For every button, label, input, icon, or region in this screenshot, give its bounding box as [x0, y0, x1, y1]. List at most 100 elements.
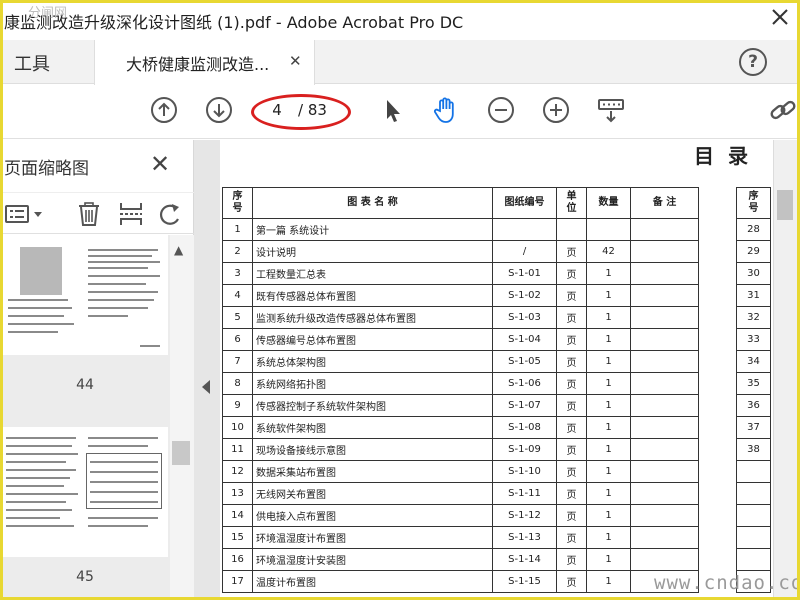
row-name: 设计说明 — [252, 240, 493, 263]
table-row: 32 — [736, 306, 771, 329]
table-row: 28 — [736, 218, 771, 241]
row-name: 系统软件架构图 — [252, 416, 493, 439]
row-remarks — [630, 526, 699, 549]
table-row: 34 — [736, 350, 771, 373]
row-name: 第一篇 系统设计 — [252, 218, 493, 241]
row-quantity: 1 — [586, 284, 631, 307]
document-scrollbar[interactable] — [773, 140, 797, 600]
table-row — [736, 482, 771, 505]
keyboard-input-icon[interactable] — [596, 95, 626, 125]
contents-table-continued: 序号 28 29 30 31 32 33 34 35 36 37 38 — [736, 187, 771, 593]
thumbnail-page-45[interactable] — [0, 427, 168, 557]
tab-close-icon[interactable]: ✕ — [289, 52, 302, 70]
toolbar: 4 / 83 — [0, 85, 800, 139]
collapse-arrow-icon[interactable] — [202, 380, 210, 394]
sidebar-toolbar — [0, 192, 194, 234]
thumbnail-page-number: 44 — [76, 377, 94, 393]
table-row: 5 监测系统升级改造传感器总体布置图 S-1-03 页 1 — [222, 306, 699, 329]
window-close-icon[interactable] — [768, 4, 792, 30]
zoom-out-icon[interactable] — [486, 95, 516, 125]
tab-document[interactable]: 大桥健康监测改造... ✕ — [94, 40, 315, 85]
row-drawing-no: S-1-05 — [492, 350, 557, 373]
row-index: 13 — [222, 482, 253, 505]
row-quantity: 1 — [586, 460, 631, 483]
row-unit — [556, 218, 587, 241]
row-name: 供电接入点布置图 — [252, 504, 493, 527]
rotate-page-icon[interactable] — [158, 201, 184, 227]
row-name: 环境温湿度计布置图 — [252, 526, 493, 549]
row-name: 监测系统升级改造传感器总体布置图 — [252, 306, 493, 329]
row-quantity: 1 — [586, 570, 631, 593]
row-quantity: 1 — [586, 482, 631, 505]
row-index: 30 — [736, 262, 771, 285]
sidebar-title: 页面缩略图 — [4, 159, 89, 179]
row-quantity — [586, 218, 631, 241]
row-index: 33 — [736, 328, 771, 351]
row-index: 38 — [736, 438, 771, 461]
row-quantity: 1 — [586, 526, 631, 549]
row-name: 传感器控制子系统软件架构图 — [252, 394, 493, 417]
row-unit: 页 — [556, 262, 587, 285]
row-quantity: 1 — [586, 416, 631, 439]
hand-tool-icon[interactable] — [431, 95, 461, 125]
row-remarks — [630, 416, 699, 439]
table-row — [736, 526, 771, 549]
row-name: 无线网关布置图 — [252, 482, 493, 505]
delete-page-icon[interactable] — [76, 201, 102, 227]
title-bar: 康监测改造升级深化设计图纸 (1).pdf - Adobe Acrobat Pr… — [0, 0, 800, 40]
row-index: 5 — [222, 306, 253, 329]
row-drawing-no: S-1-11 — [492, 482, 557, 505]
tab-bar: 工具 大桥健康监测改造... ✕ ? — [0, 40, 800, 85]
row-index: 12 — [222, 460, 253, 483]
next-page-icon[interactable] — [204, 95, 234, 125]
row-index: 6 — [222, 328, 253, 351]
table-row: 7 系统总体架构图 S-1-05 页 1 — [222, 350, 699, 373]
row-index: 10 — [222, 416, 253, 439]
row-name: 系统总体架构图 — [252, 350, 493, 373]
row-unit: 页 — [556, 438, 587, 461]
tab-tools[interactable]: 工具 — [0, 40, 94, 84]
table-row: 36 — [736, 394, 771, 417]
sidebar-scroll-thumb[interactable] — [172, 441, 190, 465]
row-remarks — [630, 284, 699, 307]
zoom-in-icon[interactable] — [541, 95, 571, 125]
row-drawing-no: S-1-07 — [492, 394, 557, 417]
row-quantity: 1 — [586, 328, 631, 351]
sidebar-scrollbar[interactable]: ▲ — [170, 235, 194, 600]
table-row: 38 — [736, 438, 771, 461]
table-row: 31 — [736, 284, 771, 307]
row-unit: 页 — [556, 548, 587, 571]
thumbnail-page-44[interactable] — [0, 235, 168, 355]
table-row: 6 传感器编号总体布置图 S-1-04 页 1 — [222, 328, 699, 351]
row-index: 3 — [222, 262, 253, 285]
row-index: 1 — [222, 218, 253, 241]
header-index-right: 序号 — [736, 187, 771, 219]
top-watermark: 分闸网 — [28, 6, 68, 21]
previous-page-icon[interactable] — [149, 95, 179, 125]
scroll-up-icon[interactable]: ▲ — [174, 243, 183, 257]
select-cursor-icon[interactable] — [378, 95, 408, 125]
row-index — [736, 526, 771, 549]
row-index — [736, 504, 771, 527]
table-row: 17 温度计布置图 S-1-15 页 1 — [222, 570, 699, 593]
sidebar-collapse-strip[interactable] — [194, 140, 220, 600]
table-row — [736, 504, 771, 527]
header-name: 图 表 名 称 — [252, 187, 493, 219]
extract-page-icon[interactable] — [118, 201, 144, 227]
row-drawing-no: / — [492, 240, 557, 263]
row-quantity: 1 — [586, 262, 631, 285]
row-quantity: 1 — [586, 306, 631, 329]
row-index: 17 — [222, 570, 253, 593]
help-icon[interactable]: ? — [739, 48, 767, 76]
document-scroll-thumb[interactable] — [777, 190, 793, 220]
row-index: 2 — [222, 240, 253, 263]
sidebar-close-icon[interactable]: ✕ — [150, 150, 170, 178]
link-icon[interactable] — [768, 95, 798, 125]
thumbnail-options-icon[interactable] — [4, 203, 44, 225]
row-remarks — [630, 372, 699, 395]
row-unit: 页 — [556, 570, 587, 593]
row-unit: 页 — [556, 504, 587, 527]
row-name: 既有传感器总体布置图 — [252, 284, 493, 307]
row-drawing-no: S-1-15 — [492, 570, 557, 593]
table-row: 4 既有传感器总体布置图 S-1-02 页 1 — [222, 284, 699, 307]
